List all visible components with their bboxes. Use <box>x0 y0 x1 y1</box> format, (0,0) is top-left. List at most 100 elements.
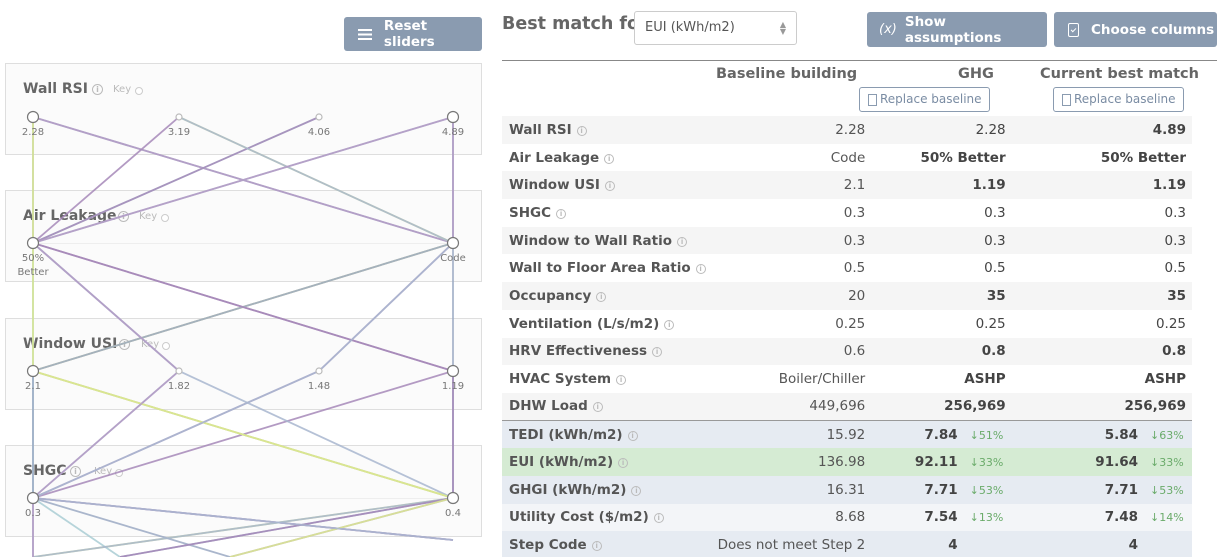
current-value: 0.3 <box>1164 204 1186 221</box>
slider-handle[interactable] <box>26 491 40 505</box>
ghg-change: ↓33% <box>969 456 1004 470</box>
baseline-value: 0.6 <box>711 337 872 366</box>
replace-baseline-button-ghg[interactable]: Replace baseline <box>859 87 990 112</box>
current-change: ↓53% <box>1150 483 1184 497</box>
series-line <box>31 116 457 557</box>
tick-label: Better <box>17 267 49 278</box>
table-row: HRV Effectiveness i 0.6 0.8 0.8 <box>502 337 1192 366</box>
row-label: Wall to Floor Area Ratio <box>509 260 691 277</box>
current-change: ↓63% <box>1150 428 1184 442</box>
row-label: Wall RSI <box>509 121 572 138</box>
result-row: Step Code i Does not meet Step 2 4 4 <box>502 531 1192 557</box>
ghg-change: ↓53% <box>969 483 1004 497</box>
series-line <box>31 116 454 557</box>
info-icon[interactable]: i <box>616 375 627 386</box>
info-icon[interactable]: i <box>695 264 706 275</box>
row-label: Step Code <box>509 537 587 554</box>
show-assumptions-button[interactable]: (x) Show assumptions <box>867 12 1047 47</box>
info-icon[interactable]: i <box>664 319 675 330</box>
current-value: 256,969 <box>1011 392 1192 421</box>
info-icon[interactable]: i <box>604 153 615 164</box>
current-value: 0.25 <box>1155 315 1186 332</box>
best-match-panel: Best match for EUI (kWh/m2) ▲ ▼ (x) Show … <box>502 0 1221 557</box>
info-icon[interactable]: i <box>576 125 587 136</box>
row-label: Window to Wall Ratio <box>509 232 673 249</box>
ghg-value: 50% Better <box>920 149 1006 166</box>
table-row: Wall RSI i 2.28 2.28 4.89 <box>502 116 1192 144</box>
info-icon[interactable]: i <box>627 430 638 441</box>
ghg-value: ASHP <box>964 371 1006 388</box>
ghg-value: 35 <box>871 282 1012 310</box>
baseline-value: Code <box>830 149 866 166</box>
ghg-value: 7.54 <box>924 509 958 526</box>
ghg-value: 4 <box>948 537 958 554</box>
info-icon[interactable]: i <box>604 181 615 192</box>
ghg-value: 0.25 <box>975 315 1006 332</box>
slider-handle[interactable] <box>26 364 40 378</box>
result-row: EUI (kWh/m2) i 136.98 92.11 ↓33% 91.64 ↓33% <box>502 448 1192 476</box>
best-match-label: Best match for <box>502 14 648 34</box>
current-value: 4.89 <box>1011 116 1192 144</box>
baseline-value: 0.25 <box>835 315 866 332</box>
slider-handle[interactable] <box>446 364 460 378</box>
series-line <box>32 117 454 557</box>
slider-handle[interactable] <box>26 236 40 250</box>
table-row: DHW Load i 449,696 256,969 256,969 <box>502 392 1192 421</box>
baseline-value: Does not meet Step 2 <box>711 531 872 557</box>
result-row: GHGI (kWh/m2) i 16.31 7.71 ↓53% 7.71 ↓53% <box>502 475 1192 504</box>
tick-label: 4.89 <box>442 127 464 138</box>
info-icon[interactable]: i <box>591 541 602 552</box>
replace-baseline-button-current[interactable]: Replace baseline <box>1053 87 1184 112</box>
row-label: DHW Load <box>509 398 588 415</box>
info-icon[interactable]: i <box>631 485 642 496</box>
row-label: HVAC System <box>509 371 612 388</box>
series-line <box>32 116 454 557</box>
clipboard-check-icon <box>1068 22 1079 37</box>
slider-handle <box>175 113 183 121</box>
current-value: 7.48 <box>1104 509 1138 526</box>
series-line <box>29 116 457 557</box>
row-label: HRV Effectiveness <box>509 343 648 360</box>
baseline-value: 0.5 <box>843 260 866 277</box>
tick-label: 1.19 <box>442 381 464 392</box>
table-row: Window USI i 2.1 1.19 1.19 <box>502 171 1192 200</box>
updown-chevron-icon: ▲ ▼ <box>779 20 786 36</box>
slider-handle[interactable] <box>26 110 40 124</box>
info-icon[interactable]: i <box>596 291 607 302</box>
baseline-value: 2.1 <box>711 171 872 200</box>
parallel-lines-svg: 2.28 3.19 4.06 4.89 50% Better Code 2.1 1.82 1.48… <box>17 110 466 557</box>
metric-select[interactable]: EUI (kWh/m2) ▲ ▼ <box>634 11 797 45</box>
tick-label: 2.1 <box>25 381 41 392</box>
info-icon[interactable]: i <box>592 402 603 413</box>
slider-handle[interactable] <box>446 236 460 250</box>
result-row: Utility Cost ($/m2) i 8.68 7.54 ↓13% 7.48 ↓… <box>502 503 1192 532</box>
current-value: 7.71 <box>1104 481 1138 498</box>
info-icon[interactable]: i <box>556 208 567 219</box>
info-icon[interactable]: i <box>653 513 664 524</box>
baseline-value: 0.3 <box>711 226 872 255</box>
col-header-current: Current best match <box>1040 66 1199 82</box>
table-row: HVAC System i Boiler/Chiller ASHP ASHP <box>502 365 1192 393</box>
ghg-value: 1.19 <box>871 171 1012 200</box>
info-icon[interactable]: i <box>652 347 663 358</box>
slider-handle <box>175 367 183 375</box>
comparison-table: Wall RSI i 2.28 2.28 4.89 Air Leakage i Co… <box>502 116 1192 557</box>
baseline-value: 136.98 <box>711 448 872 476</box>
baseline-value: 449,696 <box>711 392 872 421</box>
info-icon[interactable]: i <box>677 236 688 247</box>
table-row: Ventilation (L/s/m2) i 0.25 0.25 0.25 <box>502 310 1192 338</box>
row-label: Occupancy <box>509 287 592 304</box>
baseline-value: 0.3 <box>843 204 866 221</box>
slider-handle[interactable] <box>446 110 460 124</box>
current-value: 0.8 <box>1011 337 1192 366</box>
choose-columns-button[interactable]: Choose columns <box>1054 12 1217 47</box>
ghg-value: 0.5 <box>984 260 1006 277</box>
info-icon[interactable]: i <box>618 458 629 469</box>
series-line <box>32 117 457 557</box>
series-line <box>29 116 456 557</box>
current-value: ASHP <box>1144 371 1186 388</box>
table-row: Air Leakage i Code 50% Better 50% Better <box>502 144 1192 172</box>
slider-handle[interactable] <box>446 491 460 505</box>
baseline-value: 8.68 <box>711 503 872 532</box>
ghg-value: 7.84 <box>924 426 958 443</box>
